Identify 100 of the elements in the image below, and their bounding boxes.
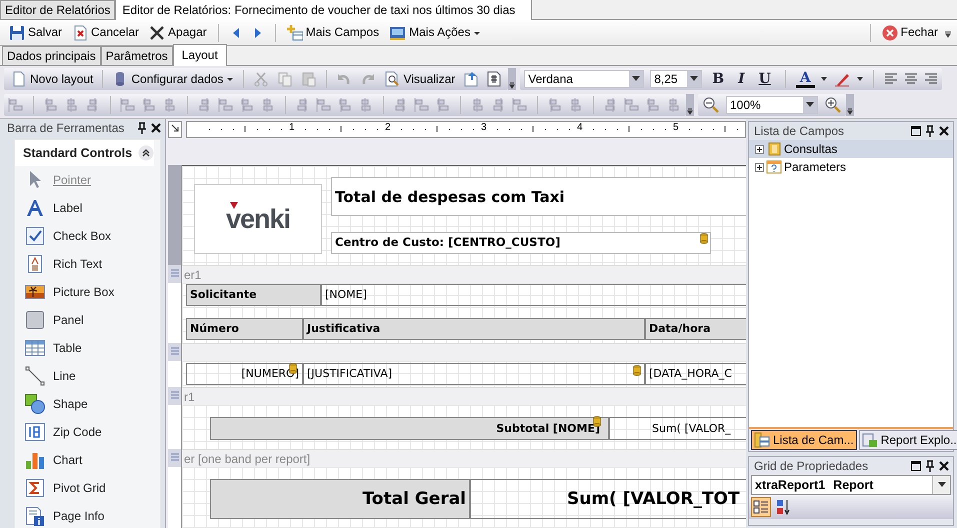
overflow-icon[interactable] (508, 68, 516, 90)
ruler-number: 4 (577, 122, 583, 134)
tree-node[interactable]: Parameters (749, 158, 953, 176)
alignment-icon[interactable] (337, 97, 353, 113)
pin-icon[interactable] (925, 460, 935, 472)
toolbox-item[interactable]: Check Box (15, 222, 118, 250)
toolbox-item[interactable]: Line (15, 362, 82, 390)
font-color-button[interactable]: A (796, 70, 815, 88)
pin-icon[interactable] (137, 122, 147, 134)
database-icon (700, 233, 708, 244)
band-handle[interactable] (168, 265, 182, 283)
band-menu-icon[interactable] (169, 452, 181, 462)
cost-center-field: Centro de Custo: [CENTRO_CUSTO] (331, 232, 711, 254)
dropdown-arrow-icon (938, 482, 946, 488)
bold-button[interactable]: B (708, 70, 728, 88)
alignment-icon[interactable] (141, 97, 157, 113)
align-left-icon[interactable] (884, 73, 898, 85)
maximize-icon[interactable] (911, 126, 921, 136)
alignment-icon[interactable] (645, 97, 661, 113)
close-button[interactable]: Fechar (878, 24, 941, 42)
subtotal-label: Subtotal [NOME] (210, 417, 609, 440)
alignment-icon[interactable] (8, 97, 24, 113)
tab[interactable]: Layout (172, 44, 227, 66)
alignment-icon[interactable] (218, 97, 234, 113)
alignment-icon[interactable] (120, 97, 136, 113)
line-icon (25, 366, 45, 386)
configure-data-button[interactable]: Configurar dados (109, 70, 238, 88)
save-button[interactable]: Salvar (6, 24, 66, 42)
caret-icon[interactable] (820, 76, 827, 82)
panel-tab[interactable]: Lista de Cam... (751, 430, 857, 450)
table-cell: [DATA_HORA_C (645, 363, 746, 385)
preview-button[interactable]: Visualizar (381, 70, 458, 88)
toolbox-item[interactable]: Label (15, 194, 88, 222)
toolbox-item[interactable]: Pivot Grid (15, 474, 112, 502)
table-cell: [NOME] (321, 284, 746, 306)
close-icon[interactable] (939, 461, 949, 471)
group-title: Standard Controls (23, 146, 134, 161)
band-menu-icon[interactable] (169, 346, 181, 356)
zoom-field[interactable]: 100% (726, 96, 818, 114)
overflow-icon[interactable] (846, 94, 854, 116)
alignment-icon[interactable] (512, 97, 528, 113)
underline-button[interactable]: U (754, 70, 775, 88)
alignment-icon[interactable] (435, 97, 451, 113)
alignment-icon[interactable] (547, 97, 563, 113)
document-x-icon (72, 24, 88, 40)
overflow-icon[interactable] (686, 94, 694, 116)
toolbox-item[interactable]: Page Info (15, 502, 110, 528)
more-actions-button[interactable]: Mais Ações (386, 24, 484, 42)
band-handle[interactable] (168, 343, 182, 361)
alignment-icon[interactable] (239, 97, 255, 113)
band-handle[interactable] (168, 449, 182, 467)
checkbox-icon (25, 226, 45, 246)
corner-arrow-icon[interactable] (169, 122, 181, 134)
align-right-icon[interactable] (924, 73, 938, 85)
script-icon (487, 71, 502, 87)
align-center-icon[interactable] (904, 73, 918, 85)
band-menu-icon[interactable] (169, 390, 181, 400)
toolbox-item[interactable]: Shape (15, 390, 94, 418)
toolbox-item[interactable]: Chart (15, 446, 88, 474)
collapse-icon[interactable] (138, 145, 154, 162)
new-layout-button[interactable]: Novo layout (8, 70, 96, 88)
alignment-icon[interactable] (316, 97, 332, 113)
close-icon (882, 24, 898, 40)
pin-icon[interactable] (925, 125, 935, 137)
tab[interactable]: Dados principais (2, 46, 101, 65)
field-list-icon (754, 432, 770, 448)
panel-title: Lista de Campos (754, 124, 846, 138)
italic-button[interactable]: I (734, 70, 749, 88)
highlight-pen-icon[interactable] (832, 71, 851, 87)
font-field[interactable]: Verdana (524, 70, 644, 88)
toolbox-item[interactable]: Panel (15, 306, 90, 334)
tab[interactable]: Parâmetros (100, 46, 173, 65)
document-tab[interactable]: Editor de Relatórios (0, 0, 116, 19)
alignment-icon[interactable] (43, 97, 59, 113)
maximize-icon[interactable] (911, 461, 921, 471)
band-handle[interactable] (168, 387, 182, 405)
alignment-icon[interactable] (624, 97, 640, 113)
categorized-button[interactable] (751, 497, 771, 517)
cancel-button[interactable]: Cancelar (69, 24, 142, 42)
toolbox-item[interactable]: Zip Code (15, 418, 108, 446)
panel-tab[interactable]: Report Explo... (858, 430, 957, 450)
more-fields-button[interactable]: Mais Campos (284, 24, 382, 42)
table-cell: [NUMERO] (186, 363, 303, 385)
document-tab[interactable]: Editor de Relatórios: Fornecimento de voucher de taxi nos últimos 30 dias (115, 0, 532, 20)
font-size-field[interactable]: 8,25 (650, 70, 702, 88)
caret-icon[interactable] (856, 76, 863, 82)
alignment-icon[interactable] (414, 97, 430, 113)
toolbox-item[interactable]: Rich Text (15, 250, 108, 278)
zoom-in-icon[interactable] (824, 96, 842, 114)
close-icon[interactable] (939, 126, 949, 136)
delete-button[interactable]: Apagar (146, 24, 210, 42)
subtotal-value: Sum( [VALOR_ (609, 417, 746, 440)
toolbox-item[interactable]: Table (15, 334, 88, 362)
band-label: er [one band per report] (184, 452, 310, 466)
close-icon[interactable] (151, 123, 161, 134)
toolbox-item[interactable]: Picture Box (15, 278, 120, 306)
zoom-out-icon[interactable] (702, 96, 720, 114)
band-menu-icon[interactable] (169, 268, 181, 278)
object-selector[interactable]: xtraReport1 Report (751, 475, 951, 495)
tree-node[interactable]: Consultas (749, 140, 953, 158)
